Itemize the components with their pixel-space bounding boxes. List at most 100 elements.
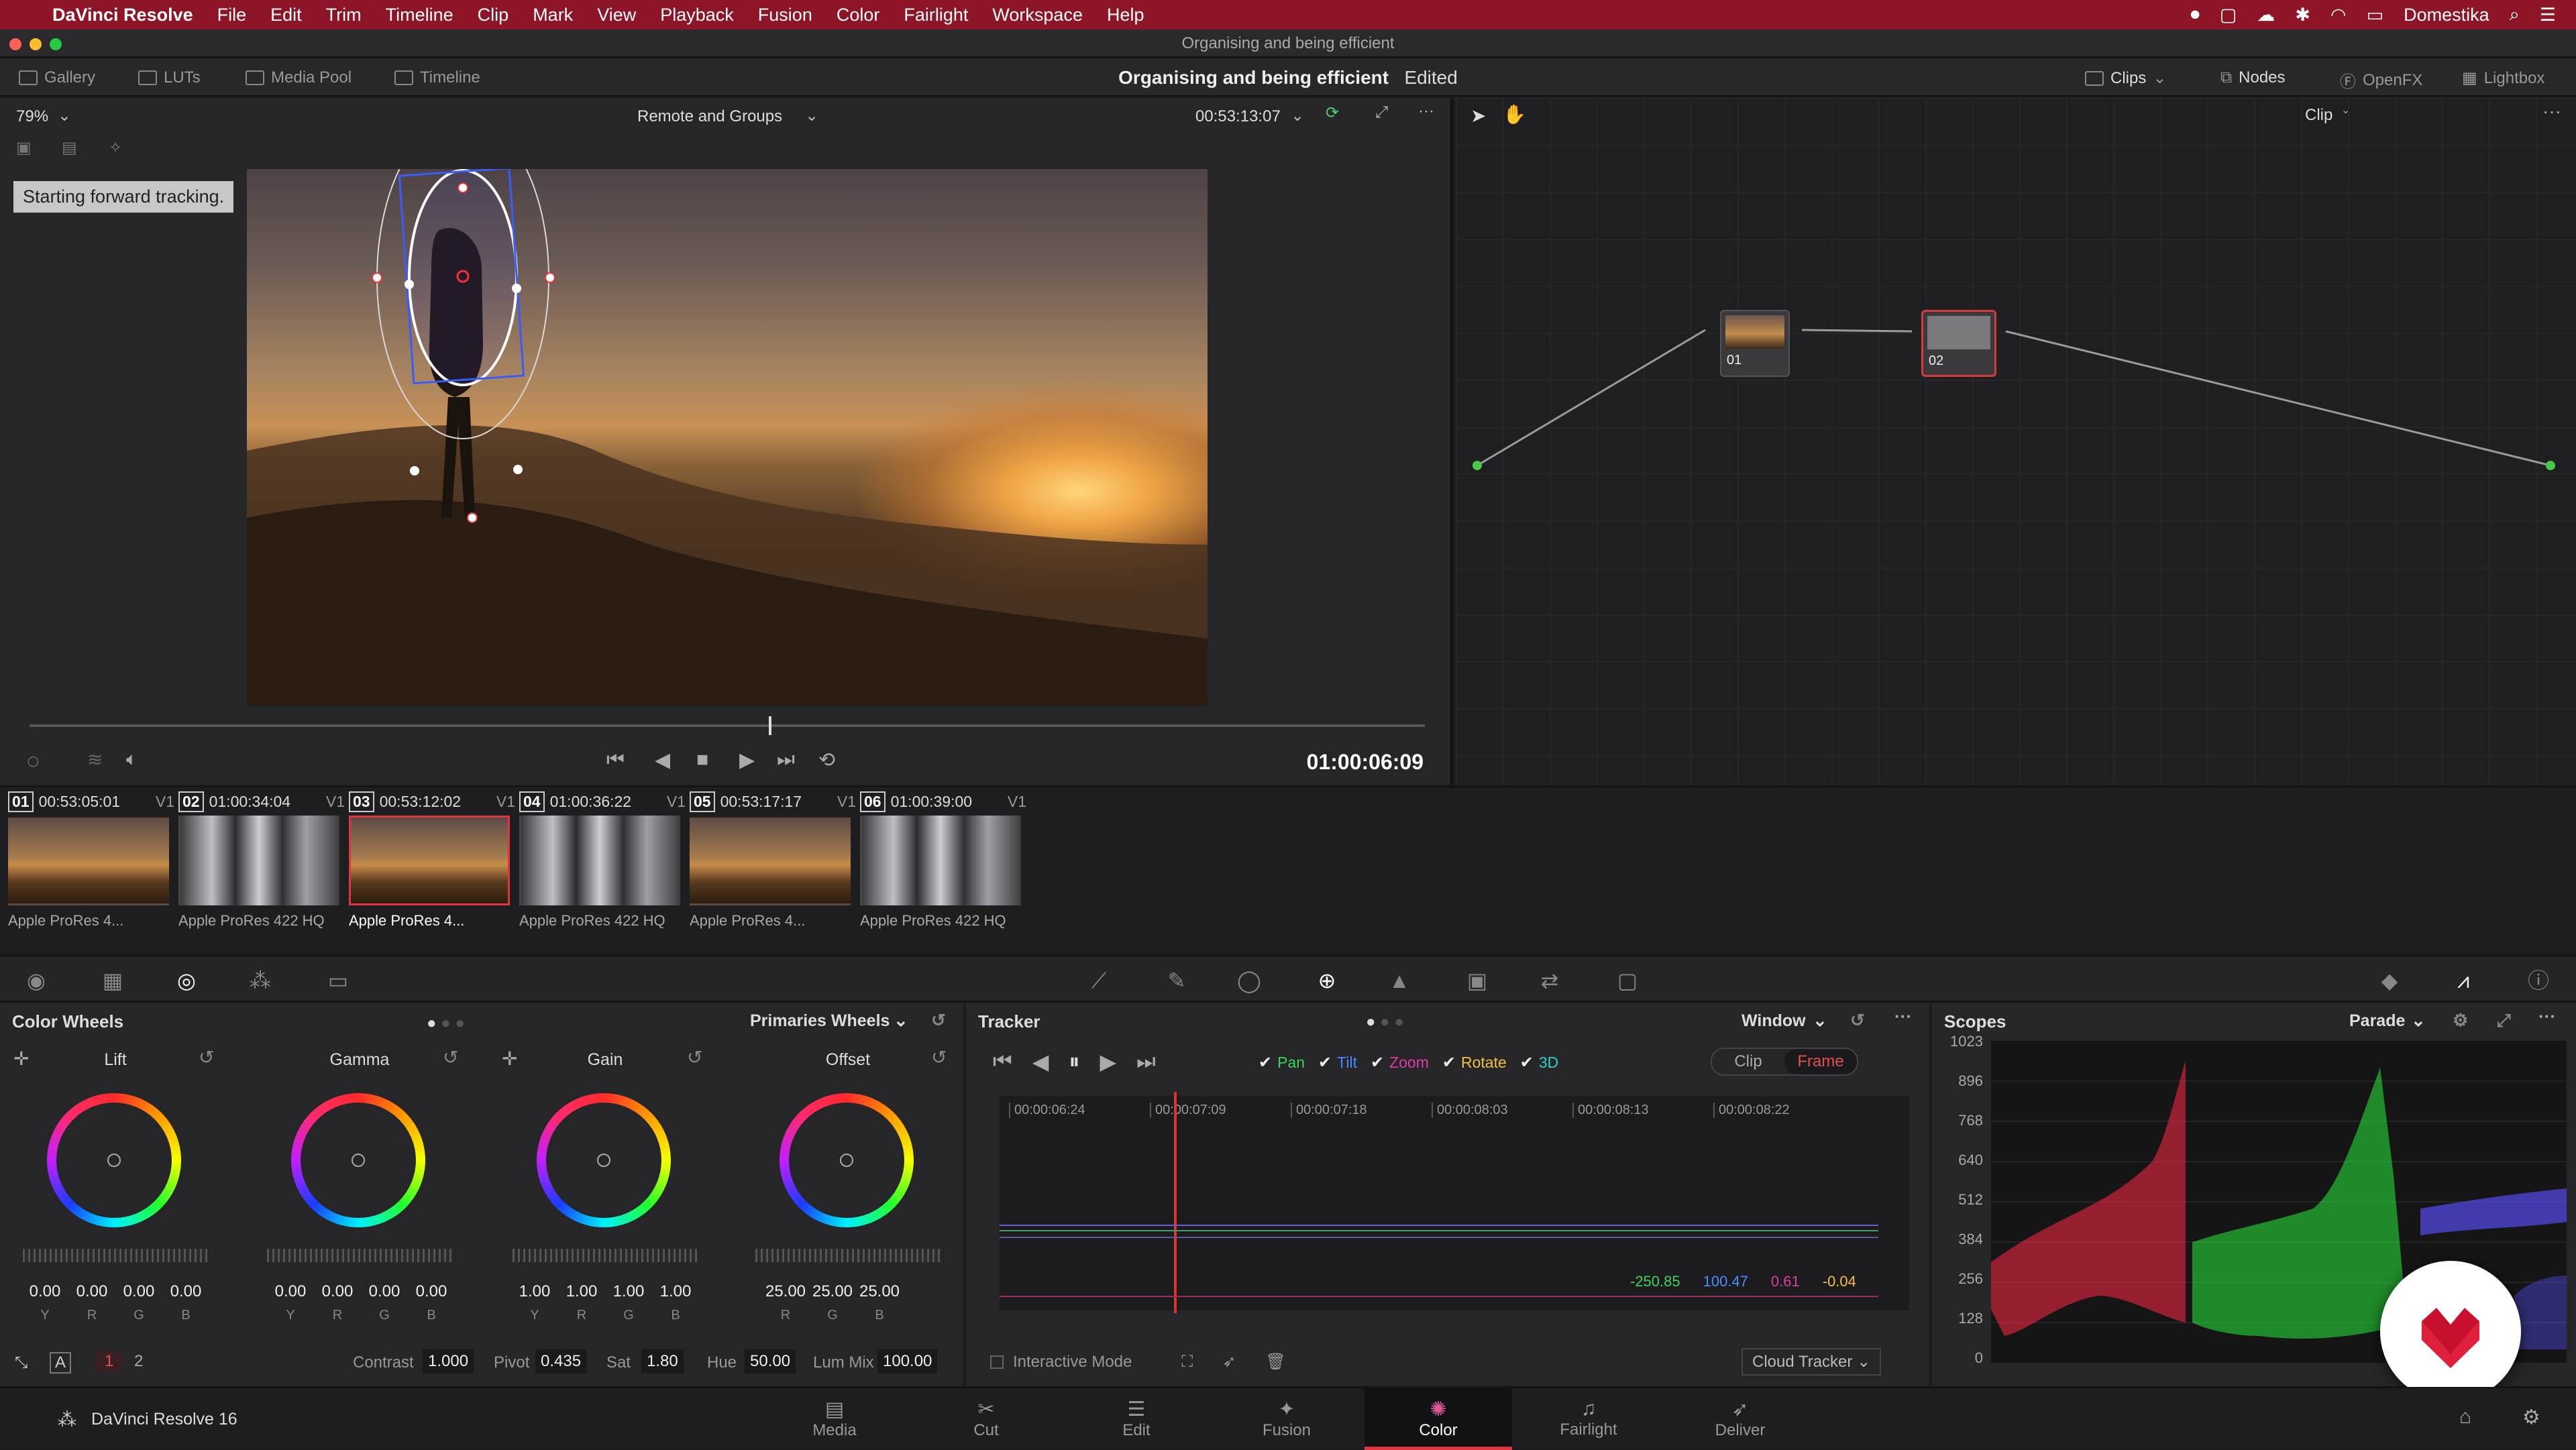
clip-thumbnail-image[interactable] <box>8 816 169 905</box>
menu-timeline[interactable]: Timeline <box>386 5 453 25</box>
insert-point-icon[interactable]: ⛶ <box>1181 1353 1193 1372</box>
gain-master-slider[interactable] <box>513 1249 698 1262</box>
source-timecode[interactable]: 00:53:13:07 <box>1195 107 1281 126</box>
nav-deliver[interactable]: ➶ Deliver <box>1666 1388 1814 1450</box>
contrast-field[interactable]: 1.000 <box>423 1349 474 1374</box>
control-center-icon[interactable]: ☰ <box>2540 5 2556 25</box>
minimize-window-button[interactable] <box>30 38 42 50</box>
set-point-icon[interactable]: ➶ <box>1222 1352 1236 1372</box>
pivot-field[interactable]: 0.435 <box>535 1349 587 1374</box>
tracker-graph[interactable]: 00:00:06:24 00:00:07:09 00:00:07:18 00:00:0… <box>1000 1092 1909 1313</box>
bluetooth-icon[interactable]: ✱ <box>2295 5 2310 25</box>
interactive-mode-checkbox[interactable] <box>990 1355 1004 1369</box>
delete-point-icon[interactable]: 🗑︎ <box>1265 1352 1285 1372</box>
tracker-option-pan[interactable]: ✔ Pan <box>1258 1053 1305 1072</box>
lift-reset-icon[interactable]: ↺ <box>199 1046 214 1068</box>
nav-fusion[interactable]: ✦ Fusion <box>1213 1388 1360 1450</box>
user-name[interactable]: Domestika <box>2404 5 2489 25</box>
offset-wheel-handle[interactable] <box>840 1154 853 1167</box>
node-01[interactable]: 01 <box>1720 310 1790 377</box>
gamma-g[interactable]: 0.00 <box>361 1282 408 1301</box>
menu-trim[interactable]: Trim <box>326 5 362 25</box>
nav-fairlight[interactable]: ♫ Fairlight <box>1515 1388 1662 1450</box>
offset-values[interactable]: 25.00 25.00 25.00 <box>762 1282 903 1301</box>
gain-g[interactable]: 1.00 <box>605 1282 652 1301</box>
track-to-end-icon[interactable]: ⏭ <box>1136 1049 1156 1074</box>
nav-edit[interactable]: ☰ Edit <box>1063 1388 1210 1450</box>
color-match-icon[interactable]: ▦ <box>99 968 126 993</box>
qualifier-icon[interactable]: ✎ <box>1163 968 1190 993</box>
node-editor[interactable]: ➤ ✋ Clip ⌄ ··· 01 02 <box>1456 98 2576 785</box>
lift-values[interactable]: 0.00 0.00 0.00 0.00 <box>21 1282 209 1301</box>
lift-wheel-handle[interactable] <box>107 1154 121 1167</box>
picker-icon[interactable]: ✛ <box>13 1048 29 1070</box>
expand-scope-icon[interactable]: ⤢ <box>2497 1010 2511 1031</box>
creative-cloud-icon[interactable]: ☁ <box>2257 5 2275 25</box>
menu-edit[interactable]: Edit <box>270 5 302 25</box>
cloud-tracker-select[interactable]: Cloud Tracker ⌄ <box>1741 1348 1882 1376</box>
gain-wheel-handle[interactable] <box>597 1154 610 1167</box>
gamma-wheel-handle[interactable] <box>352 1154 365 1167</box>
tracker-playhead[interactable] <box>1174 1092 1177 1313</box>
clip-thumbnail-image[interactable] <box>519 816 680 905</box>
track-reverse-icon[interactable]: ◀ <box>1032 1049 1049 1074</box>
gain-values[interactable]: 1.00 1.00 1.00 1.00 <box>511 1282 699 1301</box>
gamma-reset-icon[interactable]: ↺ <box>443 1046 458 1068</box>
clip-thumbnail-image[interactable] <box>178 816 339 905</box>
key-icon[interactable]: ▣ <box>1464 968 1491 993</box>
home-icon[interactable]: ⌂ <box>2459 1406 2471 1429</box>
magic-wand-icon[interactable]: ✧ <box>109 138 122 158</box>
tracker-icon[interactable]: ⊕ <box>1313 968 1340 993</box>
clip-thumbnail-image[interactable] <box>690 816 851 905</box>
loop-icon[interactable]: ⟳ <box>1326 103 1339 123</box>
zoom-window-button[interactable] <box>50 38 62 50</box>
go-to-start-icon[interactable]: ⏮ <box>606 748 625 771</box>
window-icon[interactable]: ◯ <box>1236 968 1263 993</box>
rgb-mixer-icon[interactable]: ⁂ <box>247 968 274 993</box>
menu-mark[interactable]: Mark <box>533 5 573 25</box>
lift-g[interactable]: 0.00 <box>115 1282 162 1301</box>
clip-thumbnail-02[interactable]: 02 01:00:34:04 V1 Apple ProRes 422 HQ <box>178 791 345 946</box>
scrubber-playhead[interactable] <box>769 716 772 735</box>
menu-workspace[interactable]: Workspace <box>992 5 1083 25</box>
reset-all-icon[interactable]: ↺ <box>931 1010 946 1031</box>
clip-thumbnail-01[interactable]: 01 00:53:05:01 V1 Apple ProRes 4... <box>8 791 174 946</box>
clip-thumbnail-06[interactable]: 06 01:00:39:00 V1 Apple ProRes 422 HQ <box>860 791 1026 946</box>
3d-icon[interactable]: ▢ <box>1614 968 1641 993</box>
offset-reset-icon[interactable]: ↺ <box>931 1046 947 1068</box>
lightbox-button[interactable]: ▦ Lightbox <box>2462 68 2544 88</box>
frame-mode-button[interactable]: Frame <box>1784 1049 1857 1074</box>
lift-wheel[interactable] <box>47 1093 181 1227</box>
loop-playback-icon[interactable]: ⟲ <box>818 748 835 772</box>
nav-color[interactable]: ✺ Color <box>1364 1388 1512 1450</box>
menu-playback[interactable]: Playback <box>660 5 734 25</box>
gamma-master-slider[interactable] <box>267 1249 452 1262</box>
offset-wheel[interactable] <box>780 1093 914 1227</box>
keyframes-icon[interactable]: ◆ <box>2376 968 2403 993</box>
airplay-icon[interactable]: ▭ <box>2367 5 2384 25</box>
tracker-reset-icon[interactable]: ↺ <box>1850 1010 1865 1031</box>
scope-mode-select[interactable]: Parade <box>2349 1011 2405 1031</box>
info-icon[interactable]: ⓘ <box>2525 968 2552 993</box>
nav-cut[interactable]: ✂ Cut <box>912 1388 1060 1450</box>
menu-view[interactable]: View <box>597 5 636 25</box>
more-options-icon[interactable]: ··· <box>1894 1006 1912 1027</box>
track-forward-icon[interactable]: ▶ <box>1099 1049 1116 1074</box>
tracker-option-3d[interactable]: ✔ 3D <box>1520 1053 1559 1072</box>
curves-icon[interactable]: ⟋ <box>1085 968 1112 993</box>
timeline-name-select[interactable]: Remote and Groups <box>637 107 782 126</box>
fullscreen-icon[interactable]: ⤢ <box>1375 103 1388 122</box>
lift-b[interactable]: 0.00 <box>162 1282 209 1301</box>
tracker-option-tilt[interactable]: ✔ Tilt <box>1318 1053 1357 1072</box>
go-to-end-icon[interactable]: ⏭ <box>777 748 795 771</box>
clip-thumbnail-image[interactable] <box>349 816 510 905</box>
volume-icon[interactable]: 🔈︎ <box>126 748 138 771</box>
zoom-select[interactable]: 79% <box>16 107 48 126</box>
menu-file[interactable]: File <box>217 5 247 25</box>
offset-b[interactable]: 25.00 <box>856 1282 903 1301</box>
split-view-icon[interactable]: ▤ <box>62 138 77 158</box>
gamma-b[interactable]: 0.00 <box>408 1282 455 1301</box>
nodes-button[interactable]: ⧉ Nodes <box>2220 68 2286 87</box>
lift-master-slider[interactable] <box>23 1249 208 1262</box>
gain-reset-icon[interactable]: ↺ <box>687 1046 702 1068</box>
